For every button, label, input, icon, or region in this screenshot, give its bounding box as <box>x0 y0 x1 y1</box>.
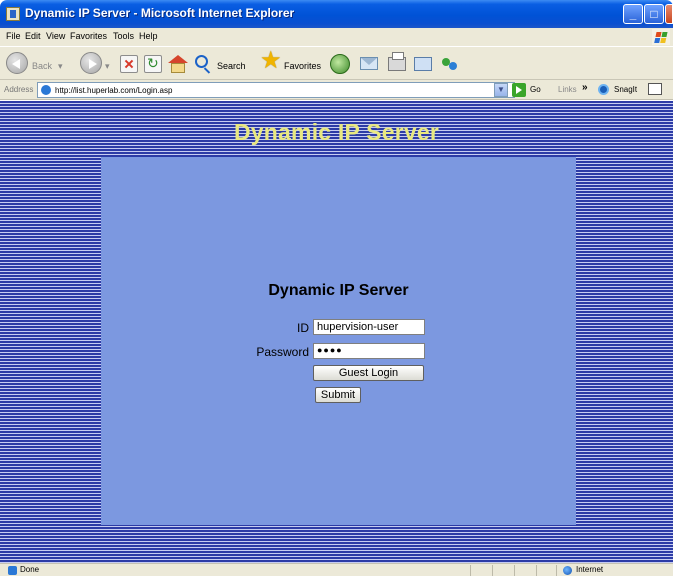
address-bar: Address http://list.huperlab.com/Login.a… <box>0 80 673 100</box>
home-icon[interactable] <box>168 55 188 63</box>
id-label: ID <box>297 321 309 335</box>
menu-tools[interactable]: Tools <box>113 31 134 41</box>
home-button[interactable] <box>171 63 185 73</box>
forward-button[interactable] <box>80 52 102 74</box>
back-arrow-icon <box>12 59 20 69</box>
media-icon[interactable] <box>330 54 350 74</box>
window-title: Dynamic IP Server - Microsoft Internet E… <box>25 6 295 20</box>
menu-edit[interactable]: Edit <box>25 31 41 41</box>
status-divider <box>492 565 493 576</box>
menu-favorites[interactable]: Favorites <box>70 31 107 41</box>
internet-globe-icon <box>563 566 572 575</box>
id-input[interactable]: hupervision-user <box>313 319 425 335</box>
menu-view[interactable]: View <box>46 31 65 41</box>
back-label: Back <box>32 61 53 71</box>
page-done-icon <box>8 566 17 575</box>
links-label: Links <box>558 85 577 94</box>
security-zone: Internet <box>576 565 604 574</box>
links-chevron-icon[interactable]: » <box>582 82 588 93</box>
page-content: Dynamic IP Server Dynamic IP Server ID h… <box>0 101 673 563</box>
mail-icon[interactable] <box>360 57 378 70</box>
snagit-button[interactable]: SnagIt <box>614 85 637 94</box>
print-icon[interactable] <box>388 52 406 71</box>
form-title: Dynamic IP Server <box>268 282 409 299</box>
snagit-capture-icon[interactable] <box>648 83 662 95</box>
title-bar: Dynamic IP Server - Microsoft Internet E… <box>0 0 673 28</box>
search-button[interactable]: Search <box>217 61 246 71</box>
toolbar: Back ▾ ▾ Search ★ Favorites <box>0 46 673 80</box>
minimize-button[interactable]: _ <box>623 4 643 24</box>
ie-page-icon <box>41 85 51 95</box>
menu-bar: File Edit View Favorites Tools Help <box>0 28 673 46</box>
maximize-button[interactable]: □ <box>644 4 664 24</box>
stop-button[interactable] <box>120 55 138 73</box>
snagit-icon[interactable] <box>598 84 609 95</box>
password-input[interactable]: ●●●● <box>313 343 425 359</box>
messenger-icon[interactable] <box>442 55 458 71</box>
password-label: Password <box>256 345 309 359</box>
favorites-star-icon[interactable]: ★ <box>260 49 282 73</box>
forward-arrow-icon <box>89 59 97 69</box>
submit-button[interactable]: Submit <box>315 387 361 403</box>
menu-file[interactable]: File <box>6 31 21 41</box>
status-text: Done <box>20 565 40 574</box>
favorites-button[interactable]: Favorites <box>284 61 321 71</box>
status-divider <box>470 565 471 576</box>
page-header-title: Dynamic IP Server <box>234 119 439 145</box>
windows-logo-icon <box>652 29 670 45</box>
address-dropdown-icon[interactable]: ▼ <box>494 83 508 97</box>
back-dropdown-icon[interactable]: ▾ <box>58 61 63 72</box>
status-divider <box>556 565 557 576</box>
refresh-button[interactable] <box>144 55 162 73</box>
ie-page-icon <box>6 7 20 21</box>
search-icon[interactable] <box>195 55 208 68</box>
status-divider <box>536 565 537 576</box>
go-button[interactable]: Go <box>530 85 541 94</box>
menu-help[interactable]: Help <box>139 31 158 41</box>
status-bar: Done Internet <box>0 563 673 576</box>
forward-dropdown-icon[interactable]: ▾ <box>105 61 110 72</box>
edit-icon[interactable] <box>414 57 432 71</box>
close-button[interactable] <box>665 4 673 24</box>
status-divider <box>514 565 515 576</box>
guest-login-button[interactable]: Guest Login <box>313 365 424 381</box>
go-arrow-icon[interactable] <box>512 83 526 97</box>
login-panel: Dynamic IP Server ID hupervision-user Pa… <box>101 157 576 525</box>
address-label: Address <box>4 85 34 94</box>
address-input[interactable]: http://list.huperlab.com/Login.asp <box>37 82 515 98</box>
back-button[interactable] <box>6 52 28 74</box>
address-url[interactable]: http://list.huperlab.com/Login.asp <box>55 86 172 95</box>
